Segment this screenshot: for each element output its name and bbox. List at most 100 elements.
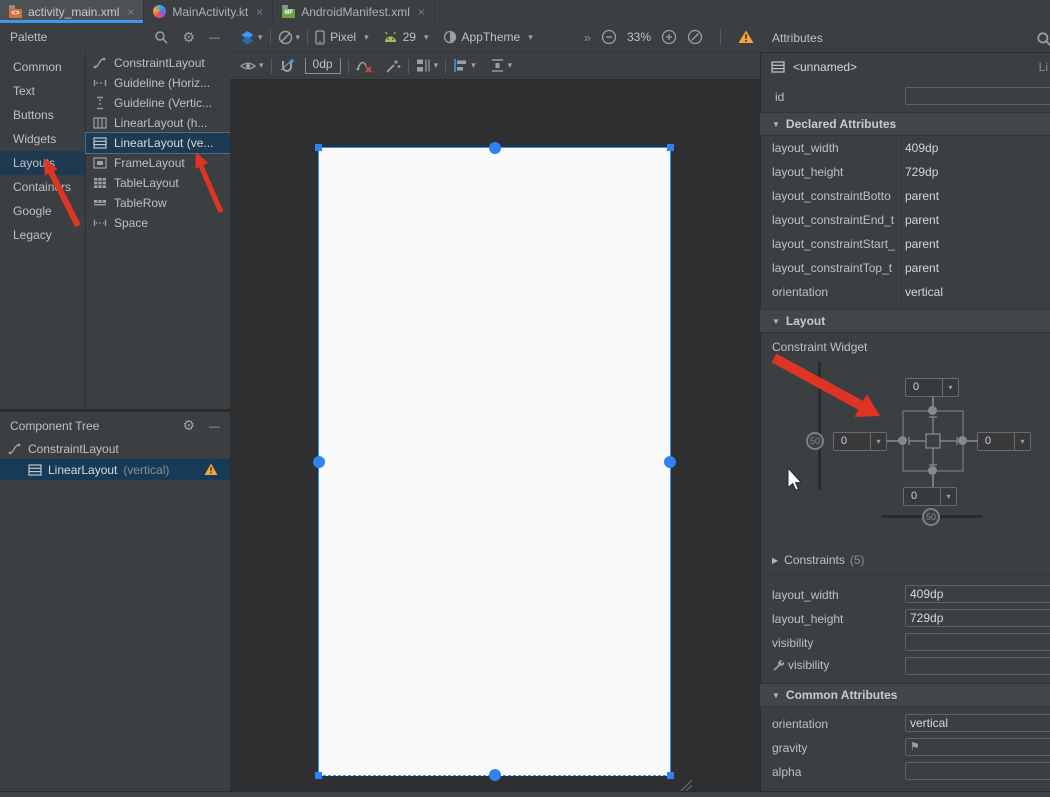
margin-top-combo[interactable]: 0 <box>905 378 959 397</box>
palette-item-guideline-horizontal[interactable]: Guideline (Horiz... <box>86 73 230 93</box>
section-declared-attributes[interactable]: Declared Attributes <box>760 112 1050 136</box>
zoom-to-fit-icon[interactable] <box>687 29 703 45</box>
palette-category-containers[interactable]: Containers <box>0 175 85 199</box>
tree-item-linearlayout-vertical[interactable]: LinearLayout (vertical) <box>0 459 230 480</box>
view-options[interactable] <box>240 60 264 72</box>
zoom-out-icon[interactable] <box>601 29 617 45</box>
orientation-input[interactable] <box>905 714 1050 732</box>
chevron-down-icon[interactable] <box>940 488 956 505</box>
alpha-input[interactable] <box>905 762 1050 780</box>
constraint-widget-square[interactable] <box>902 410 964 472</box>
tree-item-constraintlayout[interactable]: ConstraintLayout <box>0 439 230 459</box>
palette-item-constraintlayout[interactable]: ConstraintLayout <box>86 53 230 73</box>
palette-category-legacy[interactable]: Legacy <box>0 223 85 247</box>
attr-value[interactable]: vertical <box>905 285 943 299</box>
constraint-dot-bottom[interactable] <box>928 466 937 475</box>
pack-menu[interactable] <box>416 58 439 73</box>
design-toolbar-constraints: 0dp <box>230 52 760 80</box>
search-icon[interactable] <box>154 30 168 44</box>
palette-item-tablelayout[interactable]: TableLayout <box>86 173 230 193</box>
gear-icon[interactable] <box>182 417 195 434</box>
palette-item-guideline-vertical[interactable]: Guideline (Vertic... <box>86 93 230 113</box>
resize-handle-top-left[interactable] <box>315 144 322 151</box>
palette-category-buttons[interactable]: Buttons <box>0 103 85 127</box>
infer-constraints-button[interactable] <box>385 58 401 74</box>
resize-handle-bottom-left[interactable] <box>315 772 322 779</box>
horizontal-bias-value[interactable]: 50 <box>922 508 940 526</box>
palette-category-layouts[interactable]: Layouts <box>0 151 85 175</box>
status-bar-strip <box>0 791 1050 797</box>
tab-close-icon[interactable]: × <box>256 5 263 19</box>
toolbar-overflow-icon[interactable]: » <box>584 30 591 45</box>
device-selector[interactable]: Pixel <box>315 30 369 45</box>
attr-value[interactable]: 409dp <box>905 141 938 155</box>
warning-icon[interactable] <box>204 463 218 476</box>
constraint-dot-right[interactable] <box>958 436 967 445</box>
canvas-resize-grip[interactable] <box>673 778 693 791</box>
constraint-anchor-bottom[interactable] <box>489 769 501 781</box>
constraint-anchor-left[interactable] <box>313 456 325 468</box>
chevron-down-icon[interactable] <box>1014 433 1030 450</box>
section-layout[interactable]: Layout <box>760 309 1050 333</box>
minimize-icon[interactable] <box>209 30 220 44</box>
palette-item-linearlayout-vertical[interactable]: LinearLayout (ve... <box>86 133 230 153</box>
palette-categories: Common Text Buttons Widgets Layouts Cont… <box>0 51 85 409</box>
section-common-attributes[interactable]: Common Attributes <box>760 683 1050 707</box>
tools-visibility-input[interactable] <box>905 657 1050 675</box>
constraint-dot-left[interactable] <box>898 436 907 445</box>
attr-value[interactable]: parent <box>905 237 939 251</box>
palette-item-space[interactable]: Space <box>86 213 230 233</box>
chevron-down-icon[interactable] <box>942 379 958 396</box>
warnings-icon[interactable] <box>738 30 754 44</box>
visibility-input[interactable] <box>905 633 1050 651</box>
vertical-bias-slider[interactable] <box>818 362 821 490</box>
tab-close-icon[interactable]: × <box>418 5 425 19</box>
layout-height-input[interactable] <box>905 609 1050 627</box>
orientation-selector[interactable] <box>278 30 301 45</box>
tab-activity-main-xml[interactable]: <> activity_main.xml × <box>0 0 144 23</box>
vertical-bias-value[interactable]: 50 <box>806 432 824 450</box>
design-surface-selector[interactable] <box>240 30 263 45</box>
resize-handle-top-right[interactable] <box>667 144 674 151</box>
constraints-group-toggle[interactable]: Constraints (5) <box>772 553 865 567</box>
attr-value[interactable]: parent <box>905 261 939 275</box>
attr-value[interactable]: parent <box>905 213 939 227</box>
minimize-icon[interactable] <box>209 419 220 433</box>
margin-left-combo[interactable]: 0 <box>833 432 887 451</box>
palette-item-framelayout[interactable]: FrameLayout <box>86 153 230 173</box>
constraint-anchor-top[interactable] <box>489 142 501 154</box>
id-input[interactable] <box>905 87 1050 105</box>
selected-linearlayout-on-canvas[interactable] <box>318 147 671 776</box>
align-menu[interactable] <box>453 58 476 73</box>
search-icon[interactable] <box>1036 31 1050 47</box>
palette-item-linearlayout-horizontal[interactable]: LinearLayout (h... <box>86 113 230 133</box>
gear-icon[interactable] <box>182 29 195 46</box>
flag-icon[interactable] <box>910 739 920 753</box>
tab-close-icon[interactable]: × <box>127 5 134 19</box>
zoom-in-icon[interactable] <box>661 29 677 45</box>
margin-right-combo[interactable]: 0 <box>977 432 1031 451</box>
attr-value[interactable]: 729dp <box>905 165 938 179</box>
constraint-dot-top[interactable] <box>928 406 937 415</box>
palette-category-google[interactable]: Google <box>0 199 85 223</box>
layout-width-input[interactable] <box>905 585 1050 603</box>
palette-category-widgets[interactable]: Widgets <box>0 127 85 151</box>
api-level-selector[interactable]: 29 <box>383 30 429 44</box>
tab-mainactivity-kt[interactable]: MainActivity.kt × <box>144 0 273 23</box>
design-canvas[interactable] <box>230 80 760 791</box>
theme-selector[interactable]: AppTheme <box>443 30 533 44</box>
chevron-down-icon[interactable] <box>870 433 886 450</box>
palette-item-tablerow[interactable]: TableRow <box>86 193 230 213</box>
constraint-anchor-right[interactable] <box>664 456 676 468</box>
default-margins-button[interactable]: 0dp <box>305 58 341 74</box>
section-title: Declared Attributes <box>786 117 896 131</box>
attr-value[interactable]: parent <box>905 189 939 203</box>
tab-androidmanifest-xml[interactable]: MF AndroidManifest.xml × <box>273 0 435 23</box>
clear-constraints-button[interactable] <box>356 58 373 74</box>
autoconnect-toggle[interactable] <box>279 58 295 74</box>
palette-category-common[interactable]: Common <box>0 55 85 79</box>
distribute-menu[interactable] <box>490 58 513 73</box>
gravity-input[interactable] <box>905 738 1050 756</box>
margin-bottom-combo[interactable]: 0 <box>903 487 957 506</box>
palette-category-text[interactable]: Text <box>0 79 85 103</box>
